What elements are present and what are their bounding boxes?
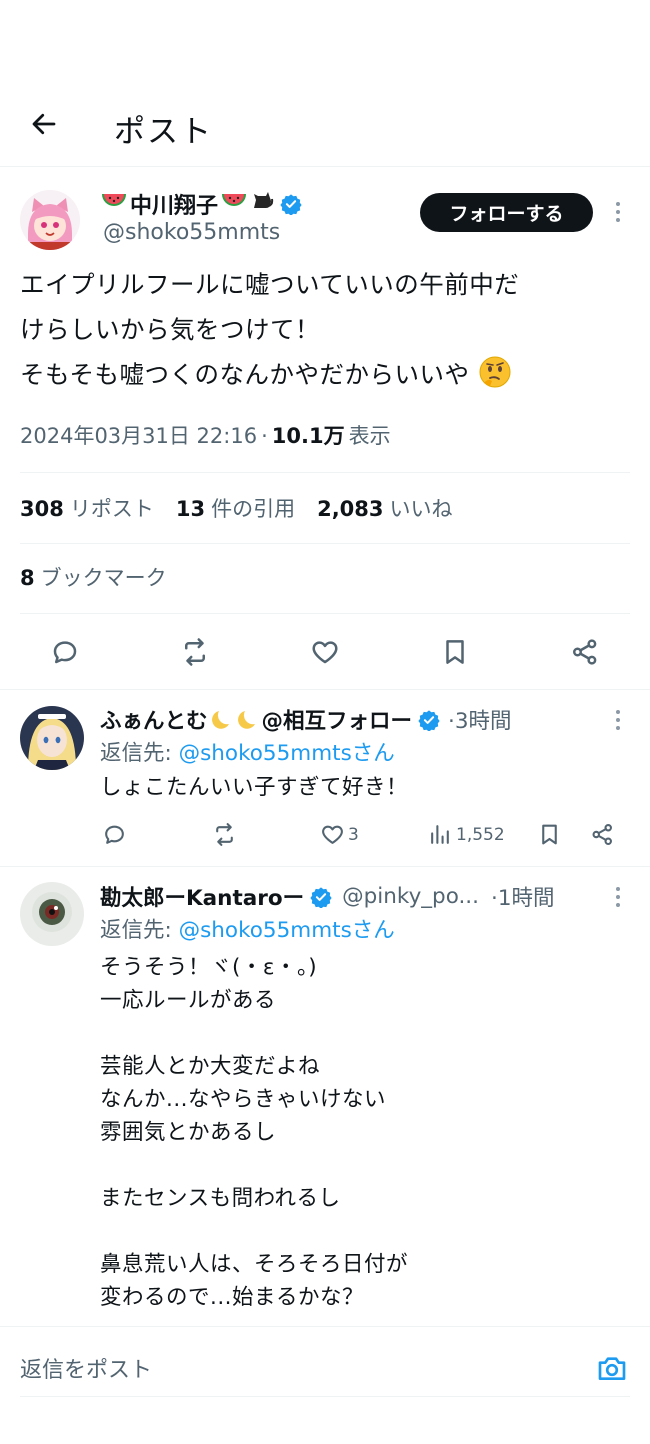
like-icon — [322, 825, 343, 844]
post-text-line: エイプリルフールに嘘ついていいの午前中だ — [20, 270, 520, 299]
reply-author-row[interactable]: 勘太郎ーKantaroー @pinky_po... ·1時間 — [100, 881, 555, 912]
reply-avatar[interactable] — [20, 706, 84, 770]
post-text-line: けらしいから気をつけて！ — [20, 315, 320, 344]
reply-composer-input[interactable]: 返信をポスト — [20, 1352, 152, 1384]
verified-badge-icon — [418, 709, 440, 731]
reply-avatar[interactable] — [20, 882, 84, 946]
like-button[interactable] — [305, 632, 345, 672]
more-icon[interactable] — [610, 708, 626, 732]
share-icon — [592, 823, 612, 846]
back-button[interactable] — [24, 104, 64, 144]
author-avatar[interactable] — [20, 190, 80, 250]
reply-time: ·3時間 — [448, 709, 512, 734]
back-arrow-icon — [32, 113, 56, 135]
post-text: エイプリルフールに嘘ついていいの午前中だ けらしいから気をつけて！ そもそも嘘つ… — [20, 262, 630, 397]
bookmarks-stat[interactable]: 8 ブックマーク — [20, 562, 167, 592]
reply-button[interactable] — [45, 632, 85, 672]
like-icon — [312, 641, 338, 664]
thinking-face-icon — [479, 356, 511, 388]
views-count: 1,552 — [456, 824, 505, 845]
composer-top-divider — [0, 1326, 650, 1327]
divider — [0, 689, 650, 690]
share-button[interactable] — [590, 822, 615, 847]
meta-separator: · — [261, 424, 268, 448]
composer-underline — [20, 1396, 630, 1397]
black-cat-icon — [250, 190, 274, 218]
reply-author-name-suffix: @相互フォロー — [261, 709, 413, 734]
bookmark-button[interactable] — [435, 632, 475, 672]
more-icon[interactable] — [610, 200, 626, 224]
repost-icon — [216, 823, 233, 846]
repost-icon — [185, 638, 205, 666]
reply-handle: @pinky_po... — [342, 884, 479, 909]
reply-author-row[interactable]: ふぁんとむ @相互フォロー ·3時間 — [100, 704, 512, 735]
reply-icon — [105, 825, 124, 844]
post-text-line-with-emoji: そもそも嘘つくのなんかやだからいいや — [20, 352, 630, 397]
author-handle[interactable]: @shoko55mmts — [103, 220, 280, 245]
verified-badge-icon — [310, 886, 332, 908]
verified-badge-icon — [280, 194, 302, 215]
share-button[interactable] — [565, 632, 605, 672]
repost-button[interactable] — [212, 822, 237, 847]
reply-body: しょこたんいい子すぎて好き！ — [100, 775, 409, 800]
reply-to-line: 返信先: @shoko55mmtsさん — [100, 918, 395, 943]
likes-stat[interactable]: 2,083 いいね — [317, 493, 452, 523]
reply-author-name: 勘太郎ーKantaroー — [100, 886, 305, 911]
views-count: 10.1万 — [271, 424, 345, 448]
post-meta: 2024年03月31日 22:16 · 10.1万 表示 — [20, 420, 391, 450]
like-count: 3 — [348, 824, 359, 845]
post-timestamp[interactable]: 2024年03月31日 22:16 — [20, 420, 257, 450]
moon-icon — [211, 710, 229, 729]
camera-button[interactable] — [594, 1350, 630, 1386]
repost-button[interactable] — [175, 632, 215, 672]
views-button[interactable]: 1,552 — [428, 822, 505, 847]
moon-icon — [237, 710, 255, 729]
reply-icon — [53, 641, 77, 664]
reply-to-link[interactable]: @shoko55mmtsさん — [179, 741, 395, 766]
camera-icon — [598, 1357, 626, 1380]
reply-body: そうそう！ヾ(・ε・。) 一応ルールがある 芸能人とか大変だよね なんか...な… — [100, 955, 409, 1310]
reply-author-name: ふぁんとむ — [100, 709, 208, 734]
follow-button[interactable]: フォローする — [420, 193, 593, 232]
views-icon — [431, 825, 449, 844]
bookmark-icon — [446, 640, 464, 664]
bookmark-icon — [542, 824, 557, 845]
reply-time: ·1時間 — [490, 886, 555, 911]
watermelon-icon — [220, 190, 248, 218]
divider — [20, 472, 630, 473]
page-title: ポスト — [114, 114, 213, 150]
views-label: 表示 — [348, 424, 391, 448]
reply-to-link[interactable]: @shoko55mmtsさん — [179, 918, 395, 943]
divider — [20, 543, 630, 544]
reply-to-line: 返信先: @shoko55mmtsさん — [100, 741, 395, 766]
engagement-stats: 308 リポスト 13 件の引用 2,083 いいね — [20, 493, 453, 523]
author-name-row[interactable]: 中川翔子 — [100, 188, 302, 220]
quotes-stat[interactable]: 13 件の引用 — [176, 493, 295, 523]
reposts-stat[interactable]: 308 リポスト — [20, 493, 154, 523]
reply-button[interactable] — [102, 822, 127, 847]
author-name: 中川翔子 — [130, 194, 219, 219]
more-icon[interactable] — [610, 885, 626, 909]
like-button[interactable]: 3 — [320, 822, 359, 847]
header-divider — [0, 166, 650, 167]
bookmark-button[interactable] — [537, 822, 562, 847]
divider — [0, 866, 650, 867]
share-icon — [573, 639, 597, 665]
watermelon-icon — [100, 190, 128, 218]
divider — [20, 613, 630, 614]
